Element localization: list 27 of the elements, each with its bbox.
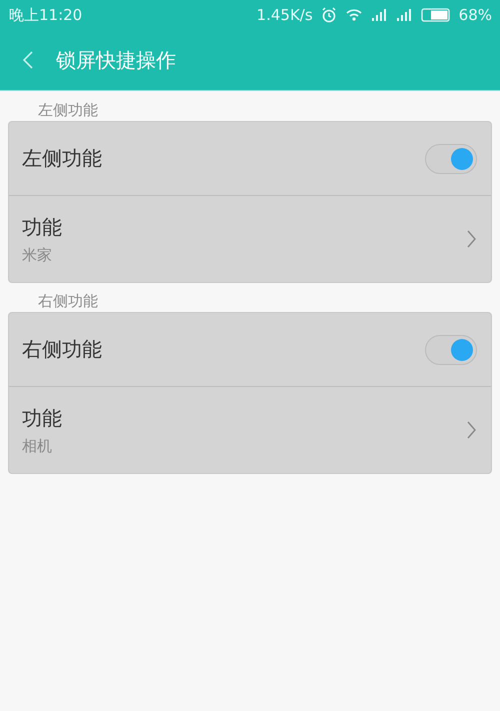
setting-value: 米家 [22,246,53,264]
battery-icon [420,8,451,22]
chevron-icon [467,229,477,249]
toggle-switch[interactable] [425,144,477,174]
chevron-icon [467,420,477,440]
setting-row[interactable]: 功能 相机 [9,386,491,473]
battery-percent: 68% [458,6,492,24]
section-header: 左侧功能 [37,100,99,121]
alarm-icon [320,7,337,23]
toggle-row[interactable]: 右侧功能 [9,313,491,386]
wifi-icon [344,8,363,22]
back-icon [22,50,34,70]
setting-value: 相机 [22,436,53,456]
toggle-row[interactable]: 左侧功能 [9,122,491,195]
network-speed: 1.45K/s [256,6,313,24]
setting-label: 功能 [22,214,63,240]
toggle-switch[interactable] [425,334,477,364]
page-title: 锁屏快捷操作 [56,46,176,74]
setting-label: 功能 [22,404,63,432]
signal-icon [370,9,388,21]
signal-icon [396,9,413,21]
setting-row[interactable]: 功能 米家 [9,195,491,282]
section-header: 右侧功能 [37,291,99,312]
back-button[interactable] [22,50,34,70]
setting-label: 右侧功能 [22,336,103,363]
setting-label: 左侧功能 [22,145,103,172]
status-time: 晚上11:20 [9,6,82,24]
